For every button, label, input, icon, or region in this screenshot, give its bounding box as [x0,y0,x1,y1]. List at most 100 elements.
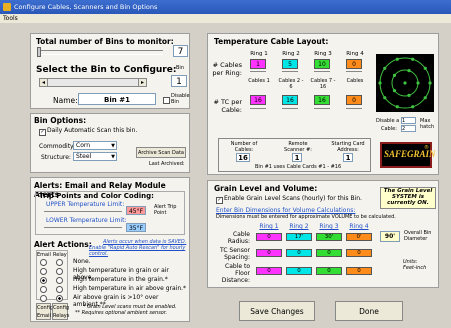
grain-dimension-field[interactable]: 0 [286,267,312,275]
bin-prev-button[interactable]: ◂ [39,78,48,87]
menu-tools[interactable]: Tools [3,15,18,22]
relay-radio[interactable] [56,286,63,295]
total-bins-slider[interactable] [37,50,163,55]
action-label: High temperature in air above grain.* [73,285,187,292]
disable-cable-field[interactable]: 2 [401,125,416,132]
bin-options-header: Bin Options: [34,116,87,125]
email-radio[interactable] [40,286,47,295]
lower-slider[interactable] [44,227,122,230]
upper-slider[interactable] [44,211,122,214]
ring-slider[interactable] [250,71,266,74]
commodity-select[interactable]: Corn ▼ [73,141,117,150]
last-archived-label: Last Archived: [149,161,185,167]
ring-tc-slider[interactable] [250,108,266,111]
email-radio[interactable] [40,268,47,277]
cable-layout-panel: Temperature Cable Layout: # Cables per R… [207,33,439,175]
bin-select-slider[interactable] [39,78,147,87]
ring-cable-count[interactable]: 5 [282,59,298,69]
bin-number-value[interactable]: 1 [171,75,187,87]
daily-scan-checkbox[interactable]: ✓ [39,128,46,136]
grain-dimension-field[interactable]: 0' [346,233,372,241]
grain-dimension-field[interactable]: 0 [346,249,372,257]
grain-dimension-field[interactable]: 0 [256,267,282,275]
bin-diagram [376,54,434,112]
ring-tc-slider[interactable] [314,108,330,111]
cable-dot [423,96,427,100]
config-email-button[interactable]: Config Email [36,303,53,320]
ring-tc-count[interactable]: 16 [282,95,298,105]
lower-limit-label: LOWER Temperature Limit: [46,217,127,224]
grain-dimension-field[interactable]: 0 [256,233,282,241]
ring-label: Ring 1 [250,51,268,57]
total-bins-slider-thumb[interactable] [37,47,41,57]
upper-limit-label: UPPER Temperature Limit: [46,201,125,208]
ring-cable-count[interactable]: 1 [250,59,266,69]
enable-grain-label: Enable Grain Level Scans (hourly) for th… [224,195,362,202]
archive-scan-button[interactable]: Archive Scan Data [136,147,186,158]
trip-points-header: Trip Points and Color Coding: [39,192,154,200]
alert-trip-label: Alert Trip Point [154,204,177,216]
ring-cable-count[interactable]: 0 [346,59,362,69]
cable-dot [392,89,397,93]
overall-diameter-field[interactable]: 90' [380,231,400,242]
cable-dot [395,105,399,109]
ring-tc-slider[interactable] [282,108,298,111]
email-radio-selected[interactable] [40,277,47,286]
select-bin-label: Select the Bin to Configure: [36,65,177,75]
trip-points-group: Trip Points and Color Coding: UPPER Temp… [35,191,185,235]
grain-level-header: Grain Level and Volume: [214,184,318,193]
ring-tc-count[interactable]: 16 [314,95,330,105]
grain-dimension-field[interactable]: 0 [316,249,342,257]
action-row [56,259,63,268]
relay-radio[interactable] [56,277,63,286]
grain-dimension-field[interactable]: 30' [316,233,342,241]
structure-select[interactable]: Steel ▼ [73,152,117,161]
config-relays-button[interactable]: Config Relays [52,303,69,320]
starting-card-label: Starting Card Address: [331,141,365,153]
structure-label: Structure: [41,154,71,161]
cables-per-ring-label: # Cables per Ring: [212,61,242,77]
disable-bin-checkbox[interactable] [163,97,170,106]
number-of-cables-field[interactable]: 16 [236,153,250,162]
starting-card-field[interactable]: 1 [343,153,353,162]
bin-next-button[interactable]: ▸ [138,78,147,87]
done-button[interactable]: Done [335,301,403,321]
ring-tc-count[interactable]: 16 [250,95,266,105]
upper-limit-value[interactable]: 45°F [126,206,146,215]
number-of-cables-label: Number of Cables: [230,141,258,153]
ring-tc-count[interactable]: 0 [346,95,362,105]
grain-dimension-field[interactable]: 0 [286,249,312,257]
grain-dimension-field[interactable]: 0 [256,249,282,257]
ring-cable-count[interactable]: 10 [314,59,330,69]
action-label: None. [73,258,91,265]
cable-dot [395,57,399,61]
cable-dot [383,96,387,100]
cable-ring-diagram [378,57,432,109]
save-changes-button[interactable]: Save Changes [239,301,315,321]
cable-dot [407,93,411,97]
lower-limit-value[interactable]: 35°F [126,223,146,232]
enable-grain-checkbox[interactable]: ✓ [216,196,223,204]
ring-slider[interactable] [282,71,298,74]
cable-dot [403,81,407,85]
disable-ring-field[interactable]: 1 [401,117,416,124]
relay-column-label: Relay [53,252,67,258]
remote-scanner-field[interactable]: 1 [292,153,302,162]
structure-value: Steel [76,153,92,160]
relay-radio[interactable] [56,268,63,277]
total-bins-value[interactable]: 7 [173,45,188,57]
ring-cables-range: Cables 1 [248,78,270,84]
grain-dimension-field[interactable]: 0 [316,267,342,275]
bin-name-field[interactable]: Bin #1 [78,93,156,105]
chevron-down-icon: ▼ [111,143,115,149]
ring-tc-slider[interactable] [346,108,362,111]
ring-slider[interactable] [314,71,330,74]
grain-dimension-field[interactable]: 17' [286,233,312,241]
ring-slider[interactable] [346,71,362,74]
grain-dimension-field[interactable]: 0 [346,267,372,275]
cable-dot [407,69,411,73]
grain-level-panel: Grain Level and Volume: ✓ Enable Grain L… [207,180,439,288]
app-icon [3,3,11,11]
grain-system-status: The Grain Level SYSTEM is currently ON. [380,187,436,209]
overall-diameter-label: Overall Bin Diameter [404,230,432,242]
